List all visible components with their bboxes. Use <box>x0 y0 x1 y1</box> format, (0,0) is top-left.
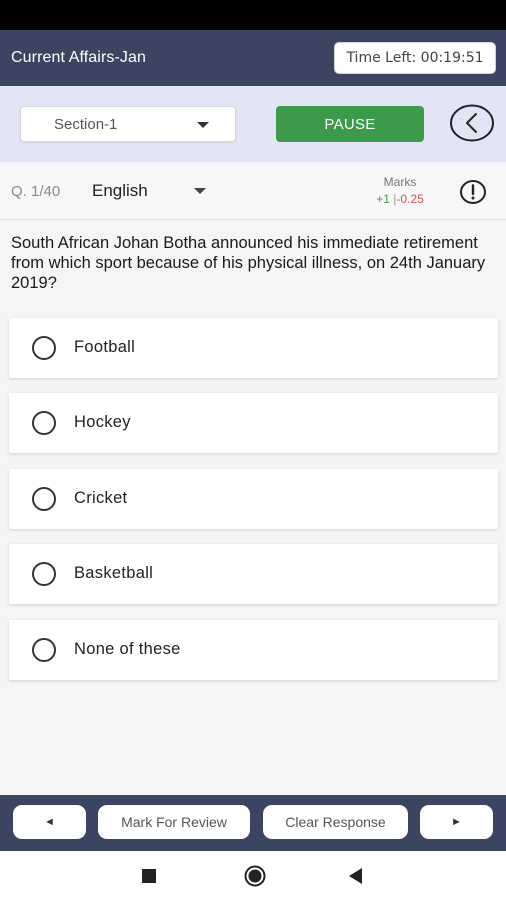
option-label: Football <box>74 338 136 356</box>
option-3[interactable]: Cricket <box>9 469 498 529</box>
toolbar: Section-1 PAUSE <box>0 86 506 162</box>
marks-values: +1 |-0.25 <box>362 192 438 206</box>
option-label: None of these <box>74 640 181 658</box>
home-icon[interactable] <box>244 865 266 887</box>
section-dropdown-label: Section-1 <box>54 116 118 133</box>
option-4[interactable]: Basketball <box>9 544 498 604</box>
radio-button[interactable] <box>32 336 56 360</box>
app-header: Current Affairs-Jan Time Left: 00:19:51 <box>0 30 506 86</box>
status-bar <box>0 0 506 30</box>
system-navigation-bar <box>0 851 506 900</box>
marks-positive: +1 <box>376 192 390 206</box>
option-label: Cricket <box>74 489 128 507</box>
bottom-action-bar: ◄ Mark For Review Clear Response ► <box>0 795 506 851</box>
time-left-badge: Time Left: 00:19:51 <box>334 42 496 74</box>
caret-down-icon <box>197 122 209 128</box>
caret-down-icon[interactable] <box>194 188 206 194</box>
radio-button[interactable] <box>32 638 56 662</box>
exclamation-circle-icon[interactable] <box>459 179 487 205</box>
page-title: Current Affairs-Jan <box>11 49 146 66</box>
option-label: Basketball <box>74 564 154 582</box>
option-1[interactable]: Football <box>9 318 498 378</box>
previous-button[interactable]: ◄ <box>13 805 86 839</box>
clear-response-button[interactable]: Clear Response <box>263 805 408 839</box>
pause-button[interactable]: PAUSE <box>276 106 424 142</box>
next-button[interactable]: ► <box>420 805 493 839</box>
marks-label: Marks <box>383 175 417 189</box>
back-icon[interactable] <box>349 868 362 884</box>
radio-button[interactable] <box>32 562 56 586</box>
mark-for-review-button[interactable]: Mark For Review <box>98 805 250 839</box>
marks-info: Marks +1 |-0.25 <box>362 175 438 206</box>
question-text: South African Johan Botha announced his … <box>11 234 486 292</box>
option-5[interactable]: None of these <box>9 620 498 680</box>
language-dropdown[interactable]: English <box>92 181 148 201</box>
section-dropdown[interactable]: Section-1 <box>20 106 236 142</box>
chevron-left-icon[interactable] <box>449 103 495 143</box>
radio-button[interactable] <box>32 487 56 511</box>
question-number: Q. 1/40 <box>11 183 61 200</box>
question-meta-bar: Q. 1/40 English Marks +1 |-0.25 <box>0 162 506 220</box>
recents-icon[interactable] <box>142 869 156 883</box>
marks-negative: -0.25 <box>396 192 424 206</box>
option-2[interactable]: Hockey <box>9 393 498 453</box>
option-label: Hockey <box>74 413 131 431</box>
radio-button[interactable] <box>32 411 56 435</box>
